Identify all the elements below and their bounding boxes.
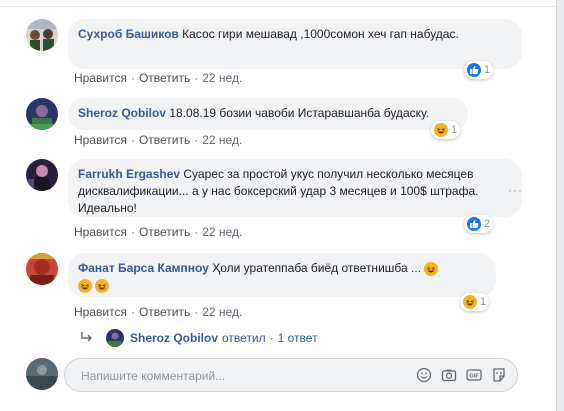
comment-bubble: Farrukh Ergashev Суарес за простой укус …	[68, 159, 522, 217]
comment-bubble: Sheroz Qobilov 18.08.19 бозии чавоби Ист…	[68, 98, 468, 130]
laughing-emoji-icon	[95, 278, 110, 293]
like-link[interactable]: Нравится	[74, 305, 127, 319]
comment-bubble: Сухроб Башиков Касос гири мешавад ,1000с…	[68, 19, 522, 69]
separator: ·	[130, 71, 135, 85]
comment-text: Ҳоли уратеппаба биёд ответнишба ...	[212, 261, 421, 275]
comment-bubble: Фанат Барса Кампноу Ҳоли уратеппаба биёд…	[68, 253, 496, 297]
separator: ·	[194, 225, 199, 239]
reply-author: Sheroz Qobilov	[130, 331, 219, 345]
reaction-summary[interactable]: 1	[431, 121, 461, 139]
comment-time[interactable]: 22 нед.	[202, 133, 242, 147]
like-link[interactable]: Нравится	[74, 71, 127, 85]
comment-time[interactable]: 22 нед.	[202, 225, 242, 239]
comment-text: 18.08.19 бозии чавоби Истаравшанба будас…	[169, 106, 430, 120]
emoji-icon[interactable]	[416, 367, 432, 383]
page-scroll-edge	[556, 0, 564, 411]
comment-actions: Нравится · Ответить · 22 нед.	[74, 71, 242, 85]
avatar[interactable]	[26, 159, 58, 191]
reaction-count: 1	[480, 296, 487, 308]
more-options-icon[interactable]: ···	[508, 183, 523, 197]
composer-icons: GIF	[416, 367, 507, 383]
avatar[interactable]	[26, 98, 58, 130]
svg-text:GIF: GIF	[469, 374, 479, 380]
haha-icon	[434, 123, 448, 137]
comment-author[interactable]: Farrukh Ergashev	[78, 167, 180, 181]
comment-actions: Нравится · Ответить · 22 нед.	[74, 225, 242, 239]
like-icon	[467, 63, 481, 77]
reaction-count: 2	[484, 218, 491, 230]
reply-link[interactable]: Ответить	[139, 305, 190, 319]
gif-icon[interactable]: GIF	[466, 367, 482, 383]
separator: ·	[130, 133, 135, 147]
separator: ·	[269, 331, 274, 345]
view-replies-link[interactable]: Sheroz Qobilov ответил · 1 ответ	[80, 328, 318, 348]
reply-count: 1 ответ	[277, 331, 318, 345]
like-link[interactable]: Нравится	[74, 133, 127, 147]
comment-input[interactable]	[79, 368, 383, 384]
avatar[interactable]	[26, 19, 58, 51]
reply-link[interactable]: Ответить	[139, 133, 190, 147]
separator: ·	[194, 133, 199, 147]
like-link[interactable]: Нравится	[74, 225, 127, 239]
comment-author[interactable]: Sheroz Qobilov	[78, 106, 166, 120]
separator: ·	[194, 71, 199, 85]
reaction-count: 1	[451, 124, 458, 136]
reply-link[interactable]: Ответить	[139, 225, 190, 239]
haha-icon	[463, 295, 477, 309]
laughing-emoji-icon	[78, 278, 92, 293]
comment-box[interactable]: GIF	[64, 358, 518, 392]
separator: ·	[130, 305, 135, 319]
avatar	[26, 358, 58, 390]
reaction-summary[interactable]: 2	[464, 215, 494, 233]
reaction-count: 1	[484, 64, 491, 76]
reaction-summary[interactable]: 1	[460, 293, 490, 311]
comment-actions: Нравится · Ответить · 22 нед.	[74, 133, 242, 147]
separator: ·	[130, 225, 135, 239]
avatar	[106, 329, 124, 347]
comment-time[interactable]: 22 нед.	[202, 305, 242, 319]
comment-author[interactable]: Фанат Барса Кампноу	[78, 261, 209, 275]
separator: ·	[194, 305, 199, 319]
reaction-summary[interactable]: 1	[464, 61, 494, 79]
like-icon	[467, 217, 481, 231]
camera-icon[interactable]	[441, 367, 457, 383]
comment-text: Касос гири мешавад ,1000сомон хеч гап на…	[182, 27, 459, 41]
comment-author[interactable]: Сухроб Башиков	[78, 27, 179, 41]
reply-arrow-icon	[80, 331, 94, 346]
laughing-emoji-icon	[424, 261, 439, 276]
panel-top-divider	[0, 0, 556, 7]
reply-action: ответил	[222, 331, 266, 345]
comment-actions: Нравится · Ответить · 22 нед.	[74, 305, 242, 319]
sticker-icon[interactable]	[491, 367, 507, 383]
comment-time[interactable]: 22 нед.	[202, 71, 242, 85]
avatar[interactable]	[26, 253, 58, 285]
reply-link[interactable]: Ответить	[139, 71, 190, 85]
